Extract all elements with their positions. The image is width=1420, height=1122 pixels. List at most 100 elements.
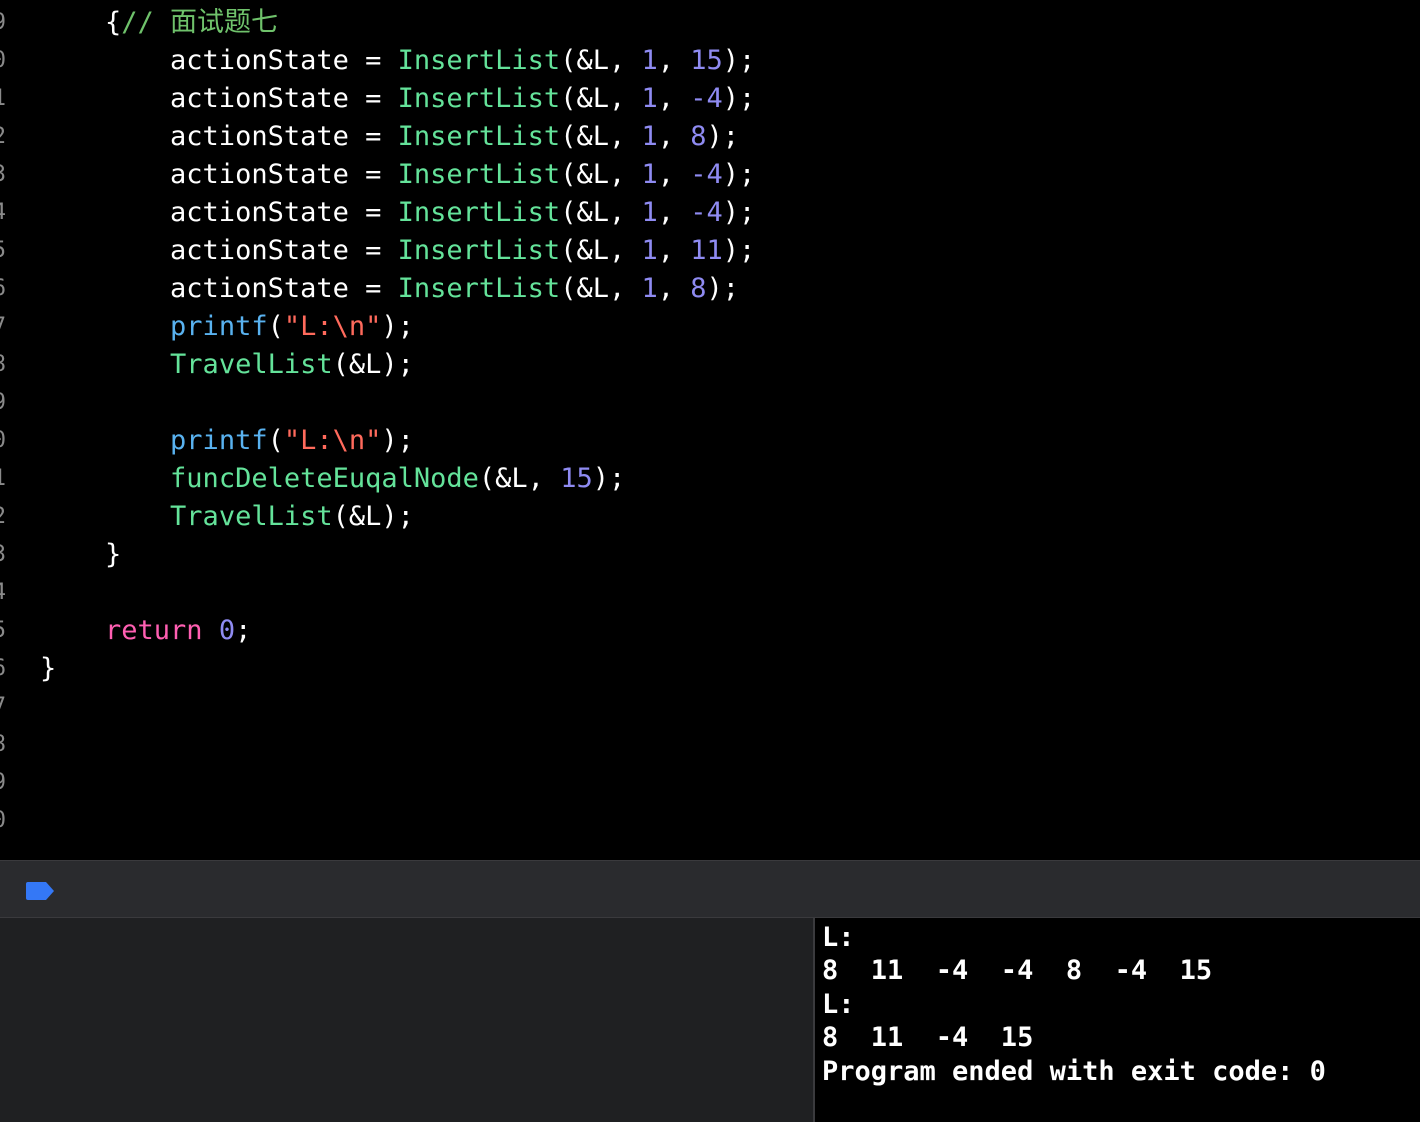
line-number[interactable]: 0	[0, 42, 6, 80]
code-line[interactable]: actionState = InsertList(&L, 1, 11);	[40, 232, 755, 270]
code-token: (&L);	[332, 501, 414, 532]
code-token: }	[40, 539, 122, 570]
code-token: -4	[690, 83, 723, 114]
code-token: 1	[641, 235, 658, 266]
code-token: );	[722, 83, 756, 114]
code-token: ,	[657, 83, 691, 114]
code-line[interactable]: printf("L:\n");	[40, 422, 414, 460]
code-token: );	[706, 121, 740, 152]
code-token: actionState =	[40, 235, 398, 266]
code-line[interactable]: funcDeleteEuqalNode(&L, 15);	[40, 460, 625, 498]
line-number[interactable]: 9	[0, 764, 6, 802]
code-line[interactable]: return 0;	[40, 612, 251, 650]
code-line[interactable]: }	[40, 650, 56, 688]
code-token: (&L,	[560, 45, 642, 76]
code-token: InsertList	[397, 273, 561, 304]
line-number[interactable]: 7	[0, 308, 6, 346]
line-number[interactable]: 1	[0, 80, 6, 118]
code-line[interactable]: {// 面试题七	[40, 4, 278, 42]
code-line[interactable]: actionState = InsertList(&L, 1, 8);	[40, 118, 739, 156]
line-number[interactable]: 4	[0, 574, 6, 612]
code-token: (&L,	[560, 121, 642, 152]
code-token: printf	[170, 311, 268, 342]
code-token: );	[722, 235, 756, 266]
code-token: );	[592, 463, 626, 494]
code-token: ,	[657, 121, 691, 152]
code-token: 8	[690, 121, 707, 152]
code-token: (&L,	[560, 235, 642, 266]
code-token: ,	[657, 235, 691, 266]
code-token: actionState =	[40, 159, 398, 190]
code-token: InsertList	[397, 45, 561, 76]
line-number[interactable]: 2	[0, 498, 6, 536]
code-token: 15	[560, 463, 593, 494]
line-number[interactable]: 9	[0, 384, 6, 422]
code-line[interactable]: actionState = InsertList(&L, 1, -4);	[40, 156, 755, 194]
line-number[interactable]: 0	[0, 802, 6, 840]
line-number[interactable]: 8	[0, 726, 6, 764]
code-token: (&L,	[560, 159, 642, 190]
line-number[interactable]: 8	[0, 346, 6, 384]
code-token: actionState =	[40, 83, 398, 114]
code-token: (	[267, 425, 284, 456]
line-number[interactable]: 6	[0, 270, 6, 308]
code-token: "L:\n"	[283, 425, 382, 456]
code-token: ;	[235, 615, 252, 646]
code-token: actionState =	[40, 273, 398, 304]
code-token: InsertList	[397, 83, 561, 114]
code-token: ,	[657, 45, 691, 76]
code-token: InsertList	[397, 159, 561, 190]
code-token: 11	[690, 235, 723, 266]
code-line[interactable]: printf("L:\n");	[40, 308, 414, 346]
line-number[interactable]: 3	[0, 536, 6, 574]
line-number[interactable]: 1	[0, 460, 6, 498]
code-token: actionState =	[40, 121, 398, 152]
code-token: );	[722, 197, 756, 228]
line-number[interactable]: 6	[0, 650, 6, 688]
code-token: TravelList	[170, 501, 333, 532]
code-line[interactable]: actionState = InsertList(&L, 1, 8);	[40, 270, 739, 308]
line-number[interactable]: 5	[0, 612, 6, 650]
variables-view[interactable]	[0, 918, 815, 1122]
line-number[interactable]: 3	[0, 156, 6, 194]
code-token: 1	[641, 197, 658, 228]
code-token: }	[40, 653, 57, 684]
code-line[interactable]: actionState = InsertList(&L, 1, -4);	[40, 194, 755, 232]
line-number[interactable]: 9	[0, 4, 6, 42]
code-editor[interactable]: 9012345678901234567890 {// 面试题七 actionSt…	[0, 0, 1420, 860]
code-token: 1	[641, 83, 658, 114]
line-number[interactable]: 7	[0, 688, 6, 726]
console-line: L:	[822, 922, 855, 953]
code-token: );	[722, 45, 756, 76]
breakpoint-icon[interactable]	[24, 881, 56, 901]
line-number[interactable]: 2	[0, 118, 6, 156]
code-line[interactable]: }	[40, 536, 121, 574]
code-line[interactable]: actionState = InsertList(&L, 1, -4);	[40, 80, 755, 118]
console-output[interactable]: L: 8 11 -4 -4 8 -4 15 L: 8 11 -4 15 Prog…	[817, 918, 1420, 1122]
code-line[interactable]: TravelList(&L);	[40, 498, 414, 536]
line-number[interactable]: 0	[0, 422, 6, 460]
code-token: ,	[657, 273, 691, 304]
code-token: InsertList	[397, 235, 561, 266]
code-line[interactable]: actionState = InsertList(&L, 1, 15);	[40, 42, 755, 80]
code-token: (&L,	[478, 463, 561, 494]
code-token: 0	[218, 615, 236, 646]
code-line[interactable]: TravelList(&L);	[40, 346, 414, 384]
code-token: 15	[690, 45, 723, 76]
code-token: actionState =	[40, 45, 398, 76]
code-token: );	[722, 159, 756, 190]
line-number[interactable]: 5	[0, 232, 6, 270]
code-token: (&L,	[560, 83, 642, 114]
line-number[interactable]: 4	[0, 194, 6, 232]
code-token: );	[381, 425, 414, 456]
code-token: InsertList	[397, 121, 561, 152]
code-token: (	[267, 311, 284, 342]
code-token: 1	[641, 159, 658, 190]
code-token: TravelList	[170, 349, 333, 380]
